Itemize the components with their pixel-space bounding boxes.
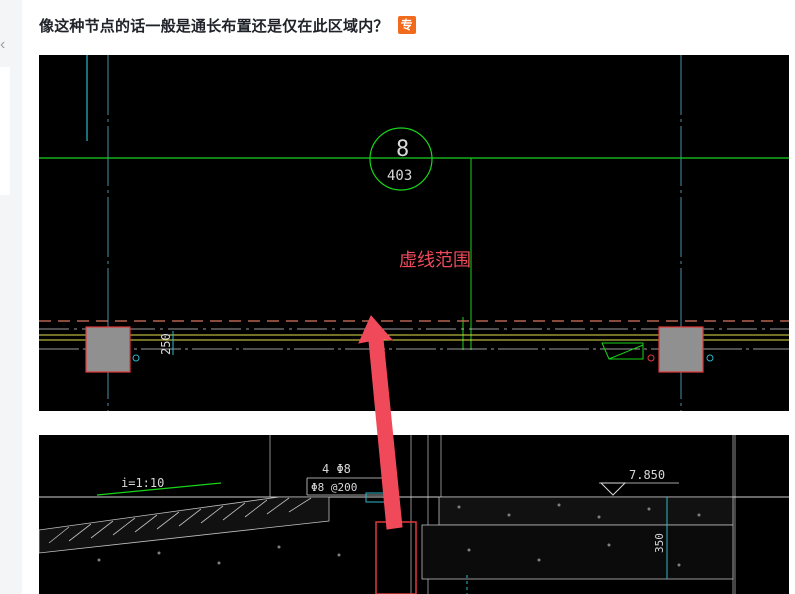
dashed-range-annotation: 虚线范围	[399, 250, 471, 271]
left-panel-card	[0, 67, 10, 195]
cad-plan-svg: 8 403 虚线范围 250	[39, 55, 789, 411]
stirrup-label: Φ8 @200	[311, 481, 357, 494]
axis-circle-bottom-text: 403	[387, 168, 412, 184]
cad-drawing-plan[interactable]: 8 403 虚线范围 250	[39, 55, 789, 411]
chevron-left-icon[interactable]: ‹	[0, 36, 10, 54]
question-header: 像这种节点的话一般是通长布置还是仅在此区域内？ 专	[39, 13, 416, 37]
dimension-250-text: 250	[159, 333, 173, 355]
question-title: 像这种节点的话一般是通长布置还是仅在此区域内？	[39, 17, 389, 35]
cad-section-svg: i=1:10 4 Φ8 Φ8 @200 7.850 350	[39, 435, 789, 594]
rebar-count-label: 4 Φ8	[322, 462, 351, 476]
elevation-label: 7.850	[629, 468, 665, 482]
slope-label: i=1:10	[121, 476, 164, 490]
dimension-350-text: 350	[653, 533, 666, 553]
cad-drawing-section[interactable]: i=1:10 4 Φ8 Φ8 @200 7.850 350	[39, 435, 789, 594]
axis-circle-top-text: 8	[396, 137, 409, 162]
expert-badge[interactable]: 专	[397, 16, 416, 34]
left-sidebar: ‹	[0, 0, 22, 594]
